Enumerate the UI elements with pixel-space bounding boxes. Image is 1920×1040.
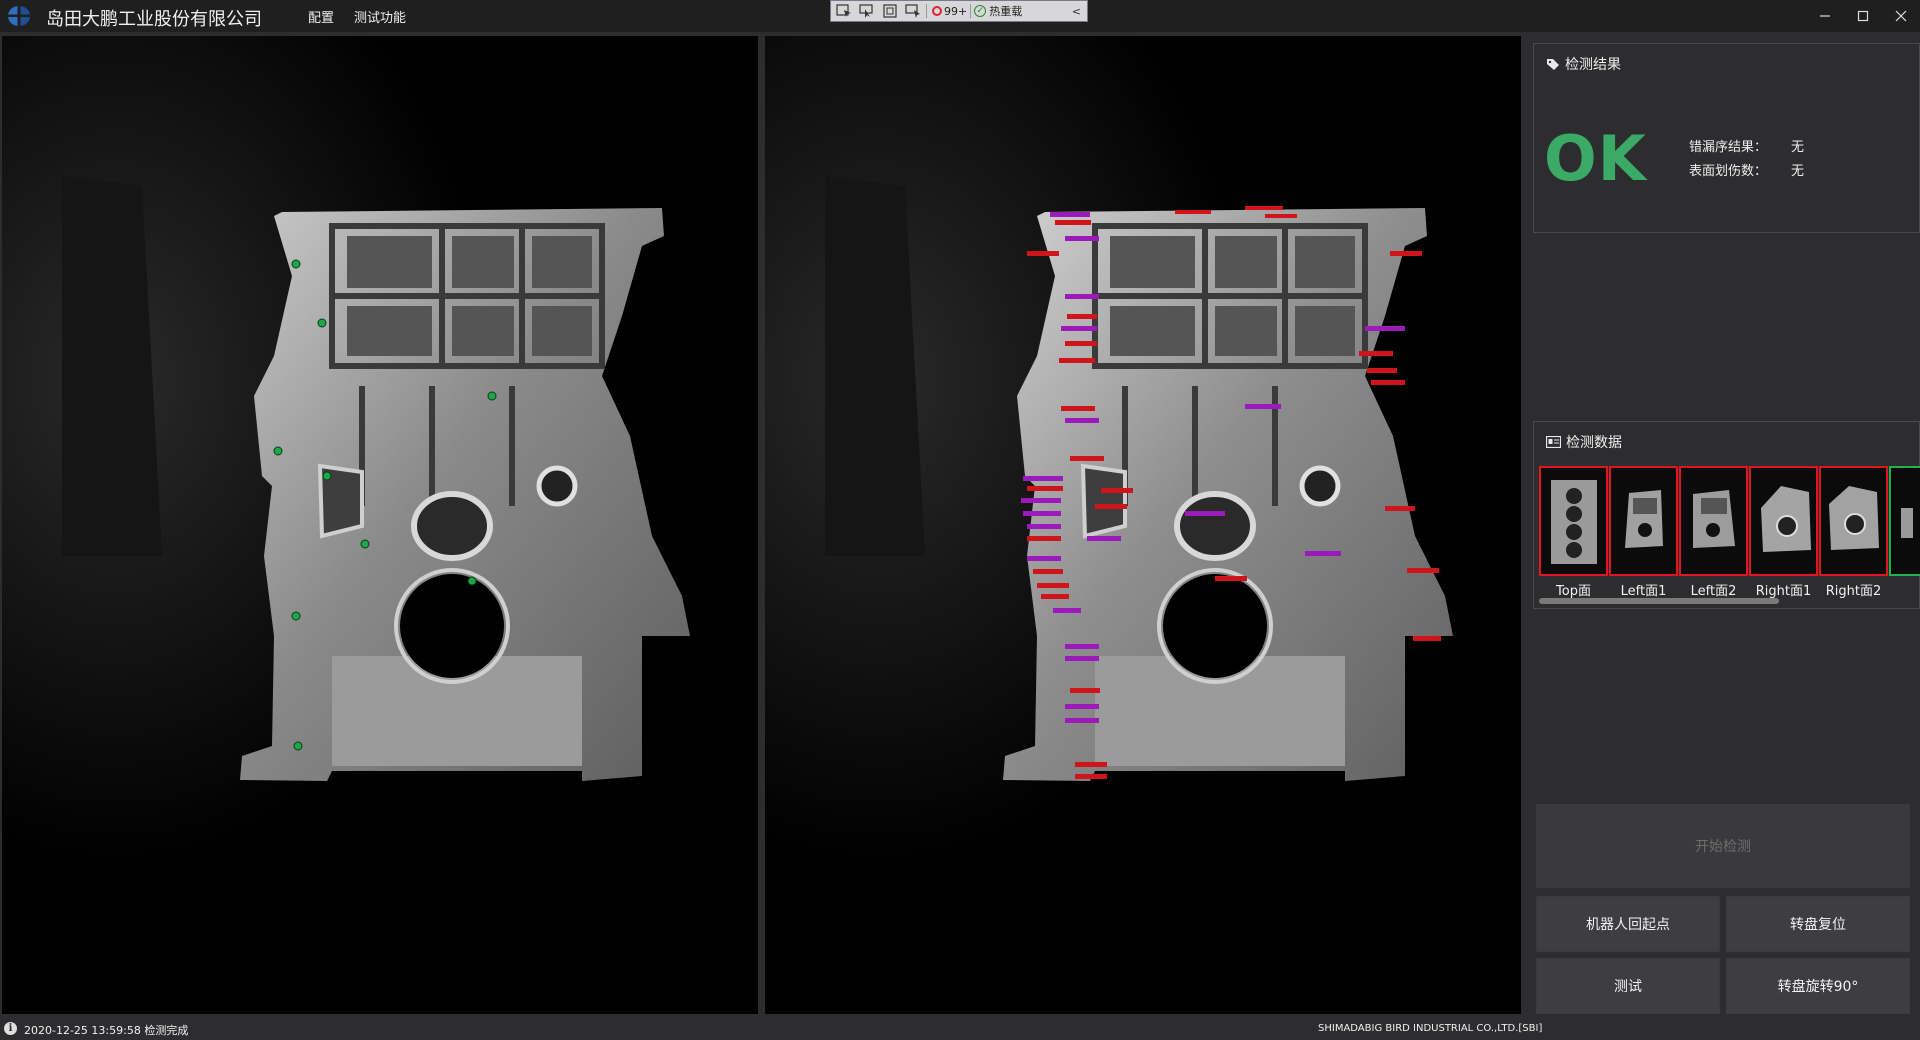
close-icon	[1895, 10, 1907, 22]
thumbnail-label: Top面	[1556, 584, 1591, 599]
camera-view-original[interactable]	[2, 36, 758, 1014]
thumbnail-left-2[interactable]: Left面2	[1679, 466, 1748, 599]
thumbnail-label: Right面2	[1825, 584, 1882, 599]
result-row-scratch: 表面划伤数： 无	[1689, 160, 1804, 179]
result-row-label: 错漏序结果：	[1689, 140, 1768, 155]
check-circle-icon: ✓	[974, 5, 987, 17]
test-button[interactable]: 测试	[1536, 958, 1720, 1014]
tag-icon	[1547, 58, 1559, 70]
turntable-reset-button[interactable]: 转盘复位	[1726, 896, 1910, 952]
menu-config[interactable]: 配置	[308, 7, 334, 26]
thumbnail-image	[1819, 466, 1888, 576]
binding-failures-badge[interactable]: 99+	[932, 5, 967, 18]
data-panel-title: 检测数据	[1566, 435, 1622, 451]
status-bar: i 2020-12-25 13:59:58 检测完成 SHIMADABIG BI…	[0, 1018, 1920, 1040]
menu-test-functions[interactable]: 测试功能	[354, 7, 406, 26]
thumbnail-image	[1609, 466, 1678, 576]
result-row-value: 无	[1791, 164, 1805, 179]
status-message: 2020-12-25 13:59:58 检测完成	[24, 1024, 189, 1037]
company-footer: SHIMADABIG BIRD INDUSTRIAL CO.,LTD.[SBI]	[1318, 1023, 1543, 1034]
toolbar-separator	[970, 4, 972, 18]
thumbnail-image	[1539, 466, 1608, 576]
collapse-toolbar-icon[interactable]: <	[1072, 5, 1081, 18]
thumbnail-image	[1749, 466, 1818, 576]
app-title: 岛田大鹏工业股份有限公司	[46, 9, 262, 30]
record-icon	[932, 6, 942, 16]
robot-home-button[interactable]: 机器人回起点	[1536, 896, 1720, 952]
result-row-sequence: 错漏序结果： 无	[1689, 136, 1804, 155]
thumbnail-extra[interactable]	[1889, 466, 1920, 598]
camera-view-detected[interactable]	[765, 36, 1521, 1014]
thumbnail-strip[interactable]: Top面 Left面1 Left面2 Right面1 Right面2	[1539, 466, 1920, 604]
data-panel-header: 检测数据	[1546, 432, 1622, 452]
pointer-icon[interactable]	[857, 2, 877, 20]
result-status: OK	[1544, 122, 1647, 195]
thumbnail-right-2[interactable]: Right面2	[1819, 466, 1888, 599]
thumbnail-left-1[interactable]: Left面1	[1609, 466, 1678, 599]
frame-icon[interactable]	[880, 2, 900, 20]
hot-reload-status[interactable]: ✓ 热重载	[974, 3, 1022, 19]
thumbnail-image	[1889, 466, 1920, 576]
close-button[interactable]	[1878, 0, 1920, 32]
result-row-value: 无	[1791, 140, 1805, 155]
thumbnail-image	[1679, 466, 1748, 576]
thumbnail-label: Right面1	[1755, 584, 1812, 599]
maximize-icon	[1857, 10, 1869, 22]
thumbnail-label: Left面1	[1620, 584, 1667, 599]
thumbnail-top[interactable]: Top面	[1539, 466, 1608, 599]
toolbar-separator	[926, 4, 927, 18]
data-panel: 检测数据 Top面 Left面1 Left面2 Right面1 Right面2	[1533, 421, 1920, 609]
turntable-rotate-button[interactable]: 转盘旋转90°	[1726, 958, 1910, 1014]
engine-part-image	[2, 36, 758, 1014]
company-logo-icon	[8, 6, 30, 26]
engine-part-annotated-image	[765, 36, 1521, 1014]
result-panel-title: 检测结果	[1565, 57, 1621, 73]
result-panel: 检测结果 OK 错漏序结果： 无 表面划伤数： 无	[1533, 43, 1920, 233]
thumbnail-right-1[interactable]: Right面1	[1749, 466, 1818, 599]
select-element-icon[interactable]	[834, 2, 854, 20]
thumbnail-scrollbar[interactable]	[1539, 598, 1779, 604]
result-panel-header: 检测结果	[1546, 54, 1621, 74]
track-focus-icon[interactable]	[903, 2, 923, 20]
title-bar: 岛田大鹏工业股份有限公司 配置 测试功能 99+ ✓ 热重载 <	[0, 0, 1920, 32]
minimize-icon	[1820, 15, 1830, 17]
thumbnail-label: Left面2	[1690, 584, 1737, 599]
start-detection-button[interactable]: 开始检测	[1536, 804, 1910, 888]
result-row-label: 表面划伤数：	[1689, 164, 1768, 179]
info-icon: i	[4, 1022, 17, 1035]
badge-count: 99+	[944, 4, 968, 18]
id-card-icon	[1546, 436, 1561, 448]
hot-reload-label: 热重载	[989, 5, 1023, 18]
debug-toolbar: 99+ ✓ 热重载 <	[830, 0, 1088, 22]
